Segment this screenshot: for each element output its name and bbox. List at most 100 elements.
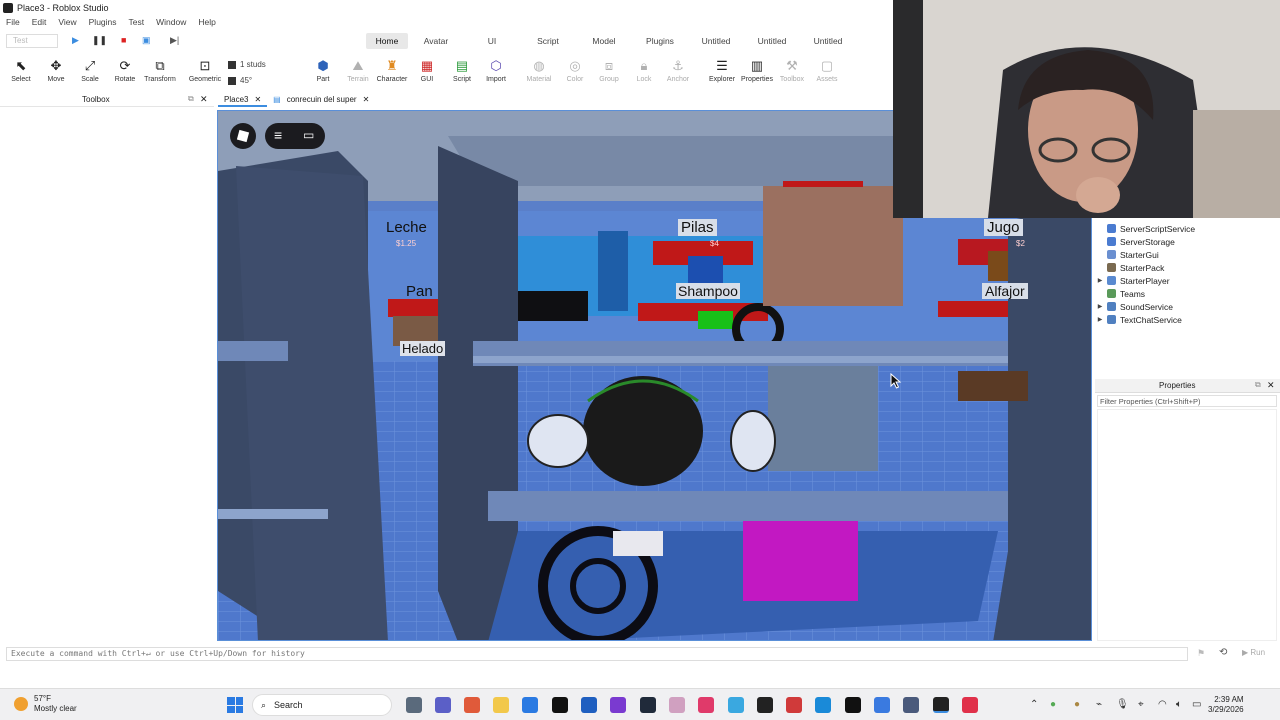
import-button[interactable]: ⬡ Import [478, 58, 514, 83]
tab-untitled-2[interactable]: Untitled [744, 33, 800, 49]
script-button[interactable]: ▤ Script [444, 58, 480, 83]
select-button[interactable]: ⬉ Select [3, 58, 39, 83]
system-clock[interactable]: 2:39 AM 3/29/2026 [1208, 695, 1244, 715]
volume-icon[interactable]: 🔈︎ [1176, 699, 1182, 710]
menu-view[interactable]: View [58, 17, 76, 27]
rotate-button[interactable]: ⟳ Rotate [107, 58, 143, 83]
device-icon[interactable]: ▣ [142, 35, 151, 46]
close-icon[interactable]: ✕ [363, 95, 370, 105]
lock-button[interactable]: 🔒︎ Lock [626, 58, 662, 83]
snap-move-toggle[interactable]: 1 studs [228, 60, 266, 69]
properties-button[interactable]: ▥ Properties [739, 58, 775, 83]
tray-app-icon[interactable]: ● [1050, 699, 1056, 710]
close-icon[interactable]: ✕ [1267, 380, 1275, 391]
doc-tab-place3[interactable]: Place3 ✕ [218, 93, 268, 107]
explorer-item-serverscriptservice[interactable]: ServerScriptService [1095, 222, 1195, 235]
app-icon[interactable] [903, 697, 919, 713]
file-explorer-icon[interactable] [493, 697, 509, 713]
app-icon[interactable] [728, 697, 744, 713]
snap-rotate-toggle[interactable]: 45° [228, 76, 252, 85]
stop-icon[interactable]: ■ [121, 35, 126, 45]
play-icon[interactable]: ▶ [72, 35, 79, 46]
battery-icon[interactable]: ▭ [1192, 699, 1201, 710]
pause-icon[interactable]: ❚❚ [92, 35, 107, 46]
material-button[interactable]: ◍ Material [521, 58, 557, 83]
expand-arrow-icon[interactable]: ▶ [1095, 277, 1105, 284]
task-view-icon[interactable] [406, 697, 422, 713]
run-command-button[interactable]: ▶ Run [1242, 648, 1265, 657]
explorer-item-soundservice[interactable]: ▶ SoundService [1095, 300, 1173, 313]
weather-widget[interactable]: 57°F Mostly clear [14, 694, 77, 714]
expand-arrow-icon[interactable]: ▶ [1095, 303, 1105, 310]
location-icon[interactable]: ⌖ [1138, 699, 1144, 710]
explorer-button[interactable]: ☰ Explorer [704, 58, 740, 83]
menu-help[interactable]: Help [198, 17, 215, 27]
mic-icon[interactable]: 🎙︎ [1116, 699, 1129, 710]
tab-untitled-1[interactable]: Untitled [688, 33, 744, 49]
app-icon[interactable] [757, 697, 773, 713]
tray-app-icon[interactable]: ● [1074, 699, 1080, 710]
explorer-item-startergui[interactable]: StarterGui [1095, 248, 1159, 261]
app-icon[interactable] [669, 697, 685, 713]
menu-edit[interactable]: Edit [32, 17, 47, 27]
tiktok-icon[interactable] [552, 697, 568, 713]
close-icon[interactable]: ✕ [200, 94, 208, 105]
menu-file[interactable]: File [6, 17, 20, 27]
command-bar-input[interactable]: Execute a command with Ctrl+↵ or use Ctr… [6, 647, 1188, 661]
menu-test[interactable]: Test [129, 17, 145, 27]
tab-model[interactable]: Model [576, 33, 632, 49]
anchor-button[interactable]: ⚓︎ Anchor [660, 58, 696, 83]
roblox-studio-taskbar-icon[interactable] [933, 697, 949, 713]
chat-icon[interactable]: ▭ [303, 128, 314, 142]
tab-avatar[interactable]: Avatar [408, 33, 464, 49]
part-button[interactable]: ⬢ Part [305, 58, 341, 83]
app-icon[interactable] [845, 697, 861, 713]
history-icon[interactable]: ⟲ [1219, 647, 1227, 658]
expand-arrow-icon[interactable]: ▶ [1095, 316, 1105, 323]
menu-window[interactable]: Window [156, 17, 186, 27]
properties-filter-input[interactable]: Filter Properties (Ctrl+Shift+P) [1097, 395, 1277, 407]
app-icon[interactable] [874, 697, 890, 713]
video-icon[interactable] [610, 697, 626, 713]
scale-button[interactable]: ⤢ Scale [72, 58, 108, 83]
tab-ui[interactable]: UI [464, 33, 520, 49]
close-icon[interactable]: ✕ [254, 95, 261, 104]
test-mode-dropdown[interactable]: Test [6, 34, 58, 48]
explorer-item-textchatservice[interactable]: ▶ TextChatService [1095, 313, 1182, 326]
bookmark-icon[interactable]: ⚑ [1197, 648, 1205, 659]
dock-icon[interactable]: ⧉ [1255, 380, 1261, 390]
geometric-dropdown[interactable]: ⊡ Geometric [187, 58, 223, 83]
start-button[interactable] [227, 697, 243, 713]
edge-icon[interactable] [815, 697, 831, 713]
gui-button[interactable]: ▦ GUI [409, 58, 445, 83]
terrain-button[interactable]: ⛰ Terrain [340, 58, 376, 83]
itunes-icon[interactable] [962, 697, 978, 713]
chrome-icon[interactable] [786, 697, 802, 713]
step-icon[interactable]: ▶| [170, 35, 179, 46]
explorer-item-teams[interactable]: Teams [1095, 287, 1145, 300]
toolbox-button[interactable]: ⚒ Toolbox [774, 58, 810, 83]
move-button[interactable]: ✥ Move [38, 58, 74, 83]
music-icon[interactable] [698, 697, 714, 713]
tab-script[interactable]: Script [520, 33, 576, 49]
hamburger-icon[interactable]: ≡ [274, 127, 282, 143]
chevron-up-icon[interactable]: ⌃ [1030, 699, 1038, 710]
dock-icon[interactable]: ⧉ [188, 94, 194, 104]
tab-plugins[interactable]: Plugins [632, 33, 688, 49]
teams-icon[interactable] [435, 697, 451, 713]
explorer-item-starterplayer[interactable]: ▶ StarterPlayer [1095, 274, 1170, 287]
explorer-item-serverstorage[interactable]: ServerStorage [1095, 235, 1175, 248]
menu-plugins[interactable]: Plugins [89, 17, 117, 27]
character-button[interactable]: ♜ Character [374, 58, 410, 83]
tab-home[interactable]: Home [366, 33, 408, 49]
xbox-icon[interactable] [640, 697, 656, 713]
network-icon[interactable]: ⌁ [1096, 699, 1102, 710]
tab-untitled-3[interactable]: Untitled [800, 33, 856, 49]
app-icon[interactable] [581, 697, 597, 713]
color-button[interactable]: ◎ Color [557, 58, 593, 83]
roblox-menu-button[interactable] [230, 123, 256, 149]
explorer-item-starterpack[interactable]: StarterPack [1095, 261, 1164, 274]
transform-button[interactable]: ⧉ Transform [142, 58, 178, 83]
group-button[interactable]: ⧈ Group [591, 58, 627, 83]
app-icon[interactable] [464, 697, 480, 713]
